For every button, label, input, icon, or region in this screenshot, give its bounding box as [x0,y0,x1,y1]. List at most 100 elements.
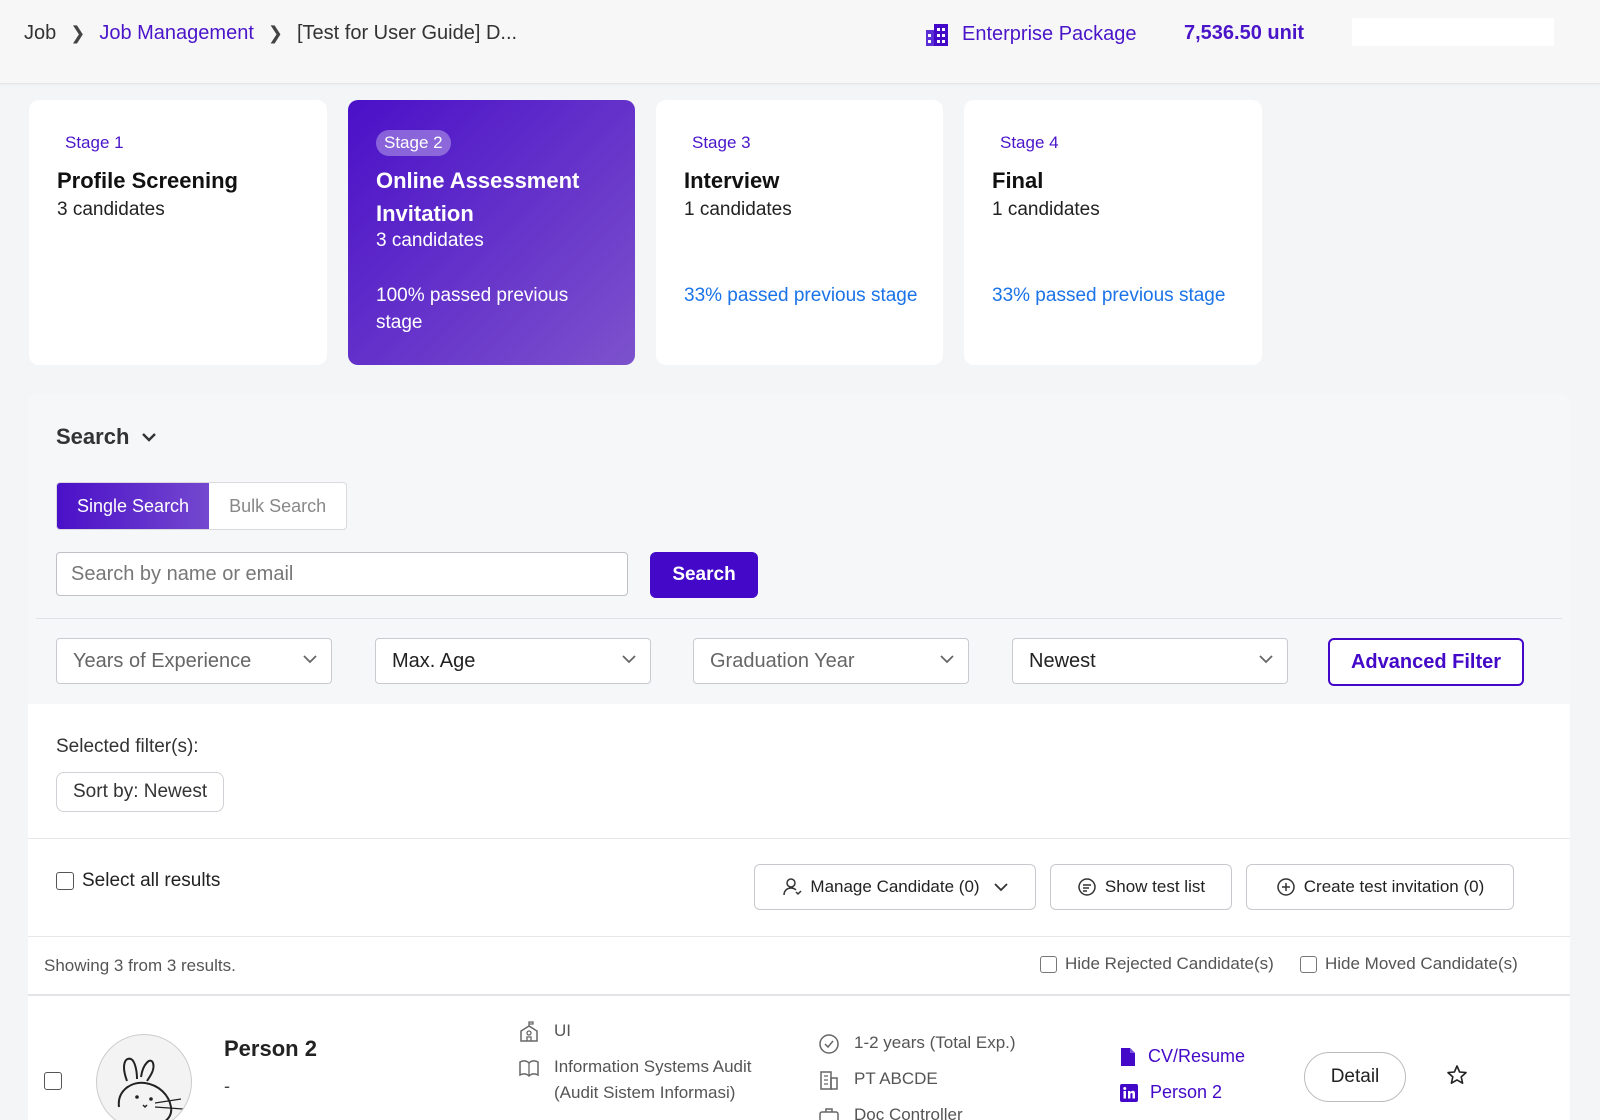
stage-pass-rate: 33% passed previous stage [684,285,918,306]
stage-pass-rate: 33% passed previous stage [992,285,1226,306]
office-building-icon [820,1071,838,1090]
search-toggle[interactable]: Search [56,424,157,450]
search-button[interactable]: Search [650,552,758,598]
chevron-down-icon [303,655,317,664]
select-value: Years of Experience [73,650,252,672]
breadcrumb-current: [Test for User Guide] D... [296,22,518,44]
select-all-checkbox[interactable] [56,872,74,890]
book-icon [519,1060,539,1078]
hide-rejected-checkbox[interactable] [1040,955,1057,973]
stage-title: Profile Screening [57,168,238,193]
user-icon [783,878,802,896]
stage-count: 3 candidates [376,230,484,251]
hide-moved-checkbox[interactable] [1300,955,1317,973]
chevron-right-icon: ❯ [267,23,283,43]
select-value: Max. Age [392,650,476,672]
tab-bulk-search[interactable]: Bulk Search [209,483,346,529]
chevron-right-icon: ❯ [70,23,86,43]
school-icon [520,1021,538,1042]
experience-value: 1-2 years (Total Exp.) [854,1033,1016,1052]
filter-chip[interactable]: Sort by: Newest [56,772,225,812]
breadcrumb-job-management[interactable]: Job Management [99,22,254,45]
stage-count: 1 candidates [992,199,1100,220]
graduation-year-select[interactable]: Graduation Year [693,638,969,684]
divider [28,838,1570,839]
position-name: Doc Controller [854,1105,963,1120]
candidate-row: Person 2 - UI Information Systems Audit … [28,1000,1570,1120]
candidate-university: UI [518,1018,571,1044]
show-test-list-label: Show test list [1104,877,1206,896]
cv-resume-link[interactable]: CV/Resume [1120,1046,1245,1067]
package-label: Enterprise Package [962,22,1137,45]
breadcrumb-job[interactable]: Job [24,22,56,45]
university-name: UI [554,1021,571,1040]
rabbit-avatar-icon [117,1057,184,1120]
chevron-down-icon [142,433,157,442]
stage-title: Interview [684,168,780,193]
select-value: Newest [1029,650,1096,672]
stage-label: Stage 3 [692,133,751,152]
stage-card-2[interactable]: Stage 2 Online Assessment Invitation 3 c… [348,100,635,365]
stage-count: 3 candidates [57,199,165,220]
sort-select[interactable]: Newest [1012,638,1288,684]
hide-rejected-option[interactable]: Hide Rejected Candidate(s) [1040,954,1274,974]
document-icon [1121,1047,1135,1066]
candidate-company: PT ABCDE [818,1066,938,1092]
test-list-icon [1078,878,1096,896]
cv-resume-label: CV/Resume [1148,1046,1246,1066]
check-circle-icon [819,1034,839,1054]
hide-moved-option[interactable]: Hide Moved Candidate(s) [1300,954,1518,974]
stage-label: Stage 4 [1000,133,1059,152]
linkedin-label: Person 2 [1150,1082,1223,1102]
advanced-filter-button[interactable]: Advanced Filter [1328,638,1524,686]
select-all[interactable]: Select all results [56,870,220,892]
linkedin-icon [1120,1083,1138,1102]
unit-balance: 7,536.50 unit [1184,22,1305,44]
select-value: Graduation Year [710,650,855,672]
show-test-list-button[interactable]: Show test list [1050,864,1232,910]
package-indicator[interactable]: Enterprise Package [924,20,1137,48]
candidate-panel: Search Single Search Bulk Search Search … [28,394,1570,1120]
candidate-name: Person 2 [224,1036,317,1061]
stage-card-1[interactable]: Stage 1 Profile Screening 3 candidates [29,100,327,365]
max-age-select[interactable]: Max. Age [375,638,651,684]
top-bar: Job ❯ Job Management ❯ [Test for User Gu… [0,0,1600,84]
hide-rejected-label: Hide Rejected Candidate(s) [1065,954,1274,973]
results-area: Selected filter(s): Sort by: Newest Sele… [28,704,1570,1120]
search-mode-toggle: Single Search Bulk Search [56,482,348,530]
divider [28,994,1570,996]
candidate-checkbox[interactable] [44,1072,62,1090]
stage-count: 1 candidates [684,199,792,220]
breadcrumb: Job ❯ Job Management ❯ [Test for User Gu… [24,22,517,45]
stage-card-3[interactable]: Stage 3 Interview 1 candidates 33% passe… [656,100,943,365]
tab-single-search[interactable]: Single Search [57,483,210,529]
briefcase-icon [819,1108,839,1120]
chevron-down-icon [1259,655,1273,664]
stage-title: Final [992,168,1044,193]
candidate-experience: 1-2 years (Total Exp.) [818,1030,1016,1056]
detail-button[interactable]: Detail [1304,1052,1406,1102]
chevron-down-icon [993,882,1008,891]
stage-title: Online Assessment Invitation [376,168,580,226]
user-menu-placeholder[interactable] [1352,18,1554,46]
candidate-position: Doc Controller [818,1102,963,1120]
search-input[interactable] [56,552,628,596]
linkedin-link[interactable]: Person 2 [1120,1082,1222,1103]
chevron-down-icon [622,655,636,664]
plus-circle-icon [1277,878,1295,896]
stage-label: Stage 1 [65,133,124,152]
stage-label: Stage 2 [376,130,451,156]
create-test-invitation-button[interactable]: Create test invitation (0) [1246,864,1514,910]
search-heading: Search [56,424,130,449]
manage-candidate-label: Manage Candidate (0) [810,877,980,896]
manage-candidate-button[interactable]: Manage Candidate (0) [754,864,1036,910]
stage-pass-rate: 100% passed previous stage [376,285,569,333]
select-all-label: Select all results [82,870,221,891]
years-experience-select[interactable]: Years of Experience [56,638,332,684]
divider [28,936,1570,937]
company-name: PT ABCDE [854,1069,938,1088]
hide-moved-label: Hide Moved Candidate(s) [1325,954,1518,973]
results-count: Showing 3 from 3 results. [44,956,236,975]
star-icon[interactable] [1446,1064,1468,1086]
stage-card-4[interactable]: Stage 4 Final 1 candidates 33% passed pr… [964,100,1262,365]
